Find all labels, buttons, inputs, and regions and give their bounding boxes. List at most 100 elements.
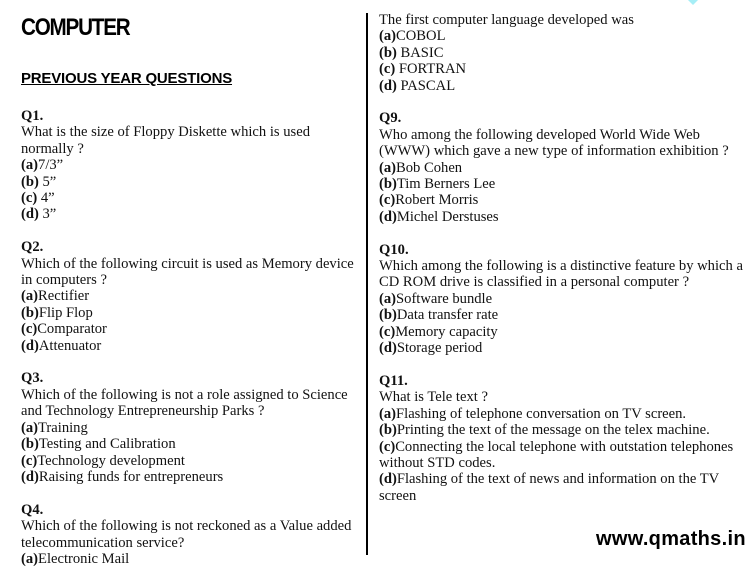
option-letter: (b): [379, 307, 397, 324]
option-text: Michel Derstuses: [396, 208, 499, 225]
option-letter: (d): [379, 208, 397, 225]
decorative-triangle-icon: [678, 0, 708, 5]
question-block: Q9. Who among the following developed Wo…: [379, 110, 749, 225]
option-letter: (a): [379, 28, 397, 45]
question-text: Which of the following circuit is used a…: [21, 255, 354, 289]
option-letter: (c): [21, 452, 38, 469]
option-a: (a)Electronic Mail: [21, 551, 361, 567]
website-watermark: www.qmaths.in: [596, 528, 746, 550]
question-block: Q2. Which of the following circuit is us…: [21, 239, 361, 354]
option-letter: (d): [21, 337, 39, 354]
right-column: The first computer language developed wa…: [379, 12, 749, 521]
option-text: Storage period: [396, 340, 483, 357]
option-letter: (c): [21, 321, 38, 338]
question-text: What is the size of Floppy Diskette whic…: [21, 124, 310, 157]
option-text: Printing the text of the message on the …: [396, 422, 710, 439]
option-b: (b)Data transfer rate: [379, 307, 749, 323]
option-text: Flashing of the text of news and informa…: [379, 471, 719, 504]
option-letter: (c): [21, 190, 38, 207]
option-letter: (d): [379, 340, 397, 357]
option-text: Flashing of telephone conversation on TV…: [396, 405, 687, 422]
question-block: Q4. Which of the following is not reckon…: [21, 502, 361, 568]
option-letter: (a): [21, 288, 39, 305]
question-number: Q9.: [379, 110, 402, 127]
question-block: The first computer language developed wa…: [379, 12, 749, 94]
option-letter: (b): [21, 304, 39, 321]
option-letter: (b): [21, 173, 39, 190]
option-text: Connecting the local telephone with outs…: [379, 438, 734, 471]
option-c: (c)Connecting the local telephone with o…: [379, 439, 749, 472]
option-c: (c)Robert Morris: [379, 192, 749, 208]
option-text: Tim Berners Lee: [396, 176, 496, 193]
option-letter: (b): [21, 436, 39, 453]
option-a: (a)COBOL: [379, 28, 749, 44]
option-b: (b)Flip Flop: [21, 305, 361, 321]
option-b: (b) 5”: [21, 174, 361, 190]
option-text: Software bundle: [396, 290, 493, 307]
question-number: Q2.: [21, 239, 44, 256]
left-column: Q1. What is the size of Floppy Diskette …: [21, 108, 361, 584]
option-c: (c) FORTRAN: [379, 61, 749, 77]
option-text: Training: [38, 419, 88, 436]
option-text: Robert Morris: [395, 192, 479, 209]
question-text: The first computer language developed wa…: [379, 12, 634, 28]
question-text: What is Tele text ?: [379, 389, 488, 406]
option-text: COBOL: [396, 28, 446, 45]
option-text: Rectifier: [38, 288, 90, 305]
option-letter: (a): [379, 290, 397, 307]
question-block: Q10. Which among the following is a dist…: [379, 242, 749, 357]
option-letter: (c): [379, 323, 396, 340]
option-text: Bob Cohen: [396, 159, 463, 176]
option-b: (b)Tim Berners Lee: [379, 176, 749, 192]
option-text: Flip Flop: [38, 304, 93, 321]
question-text: Which of the following is not a role ass…: [21, 386, 348, 420]
option-letter: (a): [379, 405, 397, 422]
option-d: (d)Michel Derstuses: [379, 209, 749, 225]
question-block: Q11. What is Tele text ? (a)Flashing of …: [379, 373, 749, 504]
option-text: Attenuator: [38, 337, 102, 354]
option-b: (b)Testing and Calibration: [21, 436, 361, 452]
option-text: Raising funds for entrepreneurs: [38, 468, 224, 485]
option-c: (c)Technology development: [21, 453, 361, 469]
option-text: Electronic Mail: [38, 550, 130, 567]
option-d: (d)Attenuator: [21, 338, 361, 354]
option-text: Technology development: [37, 452, 185, 469]
option-a: (a)Rectifier: [21, 288, 361, 304]
option-a: (a)Flashing of telephone conversation on…: [379, 406, 749, 422]
option-a: (a)Bob Cohen: [379, 160, 749, 176]
question-number: Q11.: [379, 372, 408, 389]
option-letter: (d): [379, 471, 397, 488]
question-number: Q3.: [21, 370, 44, 387]
option-text: Memory capacity: [395, 323, 498, 340]
option-letter: (d): [21, 206, 39, 223]
option-letter: (b): [379, 422, 397, 439]
page-title: COMPUTER: [21, 14, 131, 41]
option-text: 4”: [37, 190, 55, 207]
question-text: Which among the following is a distincti…: [379, 258, 743, 291]
option-text: Comparator: [37, 321, 107, 338]
option-text: PASCAL: [396, 77, 456, 94]
option-letter: (c): [379, 438, 396, 455]
option-d: (d) 3”: [21, 206, 361, 222]
option-text: 7/3”: [38, 157, 64, 174]
option-text: BASIC: [396, 44, 444, 61]
option-letter: (b): [379, 44, 397, 61]
option-a: (a)Training: [21, 420, 361, 436]
section-heading: PREVIOUS YEAR QUESTIONS: [21, 70, 233, 87]
option-letter: (a): [21, 419, 39, 436]
question-text: Who among the following developed World …: [379, 126, 729, 160]
option-letter: (b): [379, 176, 397, 193]
option-letter: (d): [379, 77, 397, 94]
option-d: (d)Raising funds for entrepreneurs: [21, 469, 361, 485]
question-number: Q1.: [21, 108, 44, 124]
option-text: 3”: [38, 206, 57, 223]
option-letter: (c): [379, 61, 396, 78]
option-d: (d) PASCAL: [379, 78, 749, 94]
option-a: (a)Software bundle: [379, 291, 749, 307]
option-letter: (a): [21, 157, 39, 174]
question-block: Q3. Which of the following is not a role…: [21, 370, 361, 485]
option-d: (d)Flashing of the text of news and info…: [379, 471, 749, 504]
option-c: (c) 4”: [21, 190, 361, 206]
option-letter: (a): [379, 159, 397, 176]
option-b: (b)Printing the text of the message on t…: [379, 422, 749, 438]
